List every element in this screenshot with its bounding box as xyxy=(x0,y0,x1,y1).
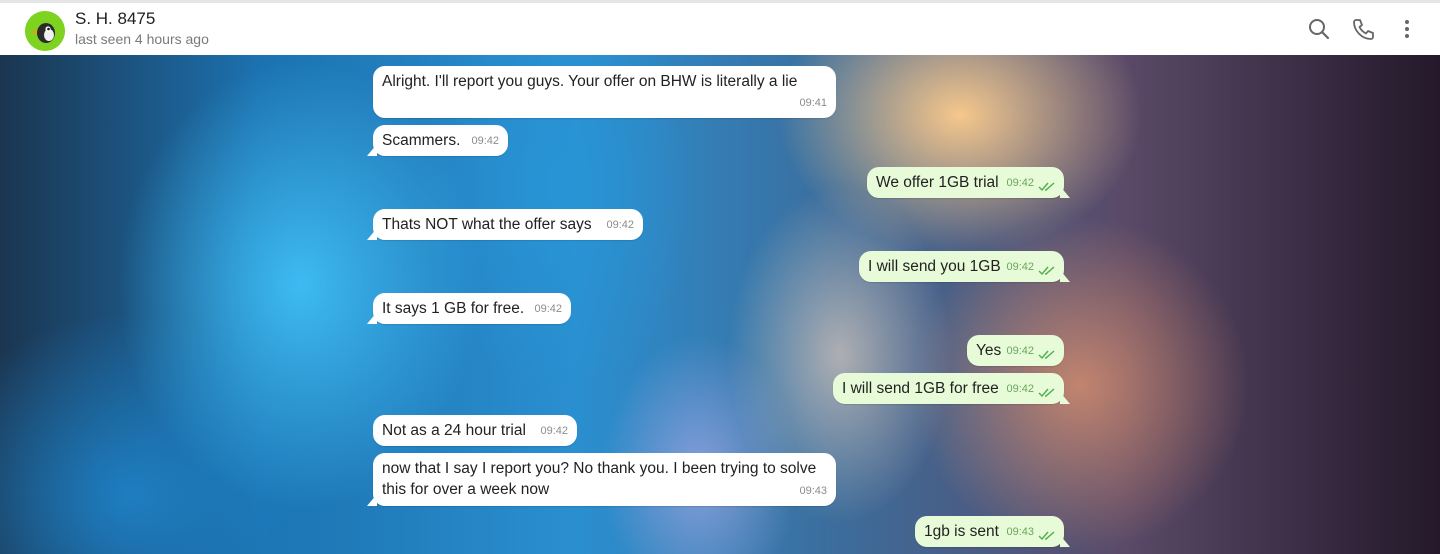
contact-name[interactable]: S. H. 8475 xyxy=(75,9,155,29)
message-time: 09:42 xyxy=(606,219,634,231)
message-text: I will send 1GB for free xyxy=(842,380,999,397)
search-icon[interactable] xyxy=(1306,16,1332,42)
message-time: 09:43 xyxy=(799,485,827,497)
message-incoming[interactable]: Not as a 24 hour trial 09:42 xyxy=(373,415,577,446)
message-outgoing[interactable]: I will send 1GB for free 09:42 xyxy=(833,373,1070,404)
message-text: now that I say I report you? No thank yo… xyxy=(382,460,817,498)
message-text: I will send you 1GB xyxy=(868,258,1001,275)
read-ticks-icon xyxy=(1038,388,1055,398)
message-outgoing[interactable]: I will send you 1GB 09:42 xyxy=(859,251,1070,282)
read-ticks-icon xyxy=(1038,266,1055,276)
message-text: Thats NOT what the offer says xyxy=(382,216,592,233)
more-vertical-icon[interactable] xyxy=(1394,16,1420,42)
message-text: It says 1 GB for free. xyxy=(382,300,525,317)
bird-avatar-icon xyxy=(25,11,65,51)
message-text: 1gb is sent xyxy=(924,523,999,540)
message-time: 09:42 xyxy=(534,303,562,315)
message-time: 09:42 xyxy=(471,135,499,147)
read-ticks-icon xyxy=(1038,350,1055,360)
read-ticks-icon xyxy=(1038,531,1055,541)
message-outgoing[interactable]: 1gb is sent 09:43 xyxy=(915,516,1070,547)
message-time: 09:43 xyxy=(1006,526,1034,538)
message-time: 09:41 xyxy=(799,97,827,109)
message-text: Not as a 24 hour trial xyxy=(382,422,526,439)
avatar[interactable] xyxy=(25,11,65,51)
message-time: 09:42 xyxy=(1006,177,1034,189)
message-incoming[interactable]: Alright. I'll report you guys. Your offe… xyxy=(373,66,836,118)
message-outgoing[interactable]: We offer 1GB trial 09:42 xyxy=(867,167,1070,198)
message-text: Scammers. xyxy=(382,132,461,149)
read-ticks-icon xyxy=(1038,182,1055,192)
message-outgoing[interactable]: Yes 09:42 xyxy=(967,335,1064,366)
message-text: We offer 1GB trial xyxy=(876,174,999,191)
message-text: Yes xyxy=(976,342,1002,359)
last-seen-status: last seen 4 hours ago xyxy=(75,31,209,47)
message-incoming[interactable]: now that I say I report you? No thank yo… xyxy=(367,453,836,506)
message-time: 09:42 xyxy=(1006,261,1034,273)
message-incoming[interactable]: Thats NOT what the offer says 09:42 xyxy=(367,209,643,240)
message-incoming[interactable]: It says 1 GB for free. 09:42 xyxy=(367,293,571,324)
message-incoming[interactable]: Scammers. 09:42 xyxy=(367,125,508,156)
message-time: 09:42 xyxy=(1006,383,1034,395)
chat-header: S. H. 8475 last seen 4 hours ago xyxy=(0,0,1440,55)
chat-area[interactable]: Alright. I'll report you guys. Your offe… xyxy=(0,55,1440,554)
message-text: Alright. I'll report you guys. Your offe… xyxy=(382,73,798,90)
phone-icon[interactable] xyxy=(1350,16,1376,42)
message-time: 09:42 xyxy=(540,425,568,437)
message-time: 09:42 xyxy=(1006,345,1034,357)
